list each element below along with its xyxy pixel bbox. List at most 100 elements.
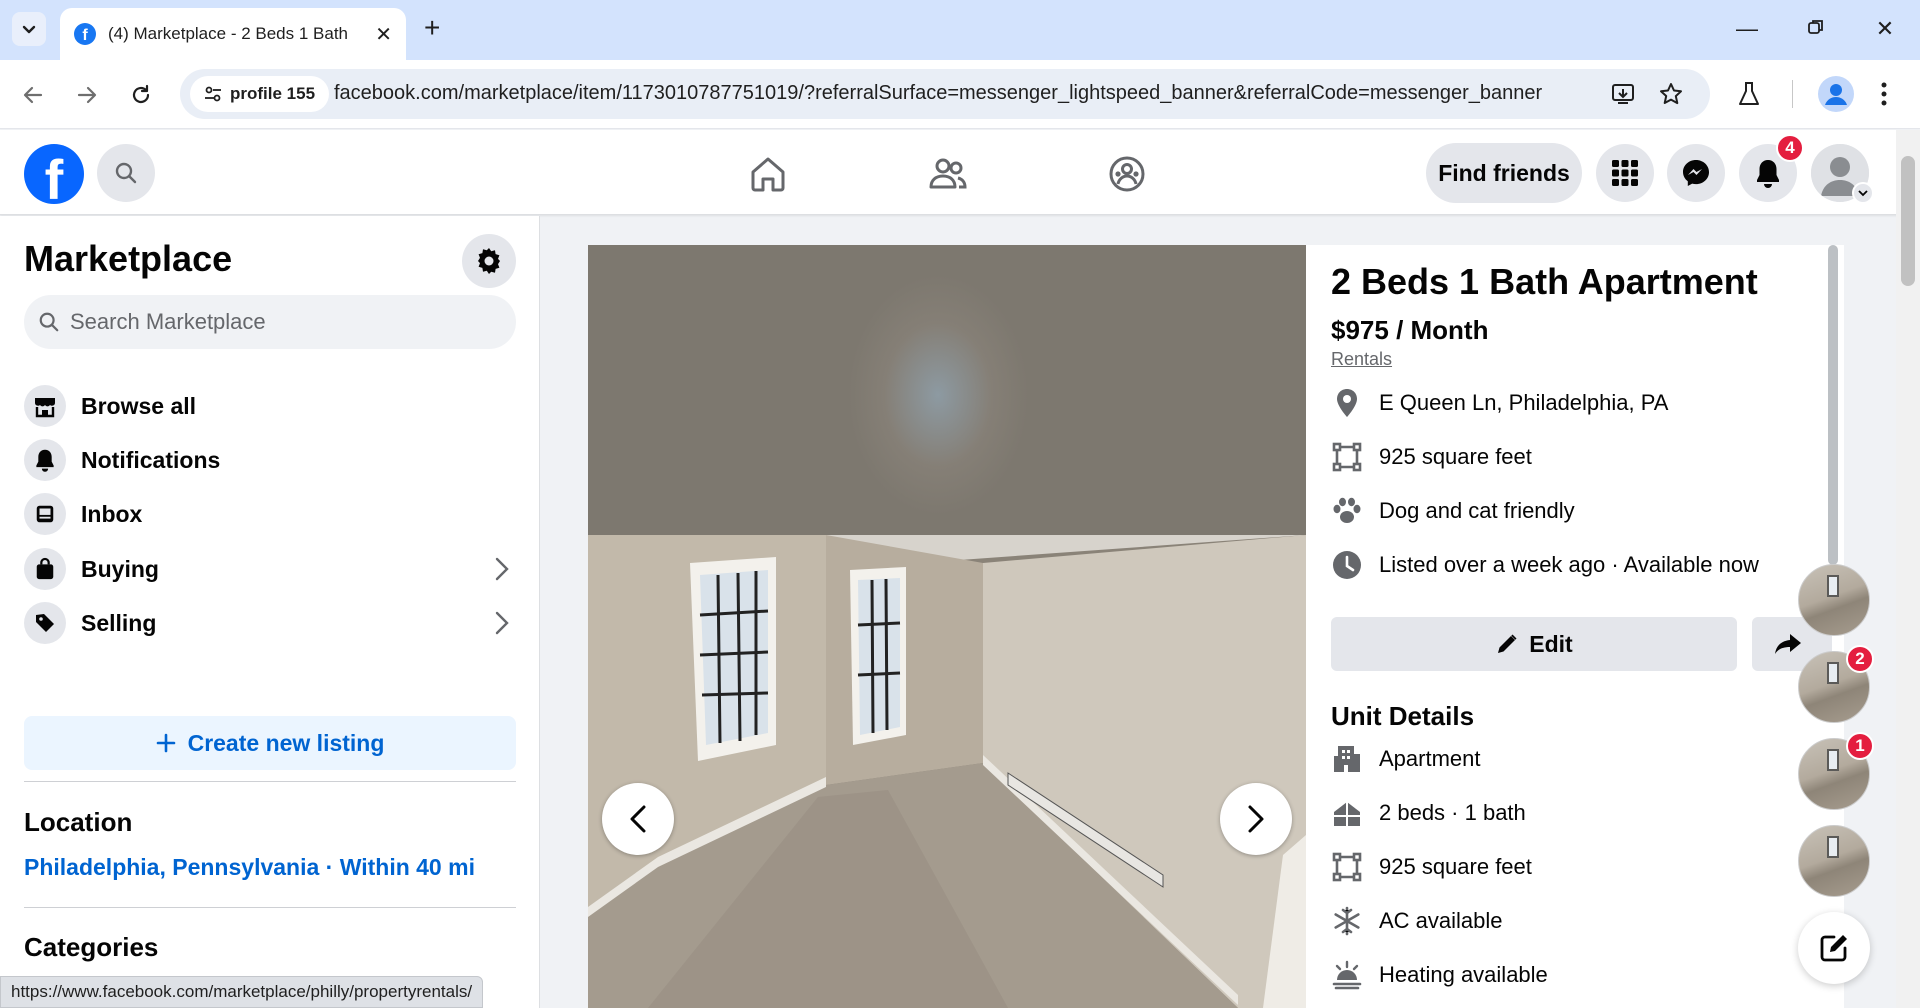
listing-fact-size: 925 square feet [1331, 437, 1532, 477]
chat-head-conversation[interactable] [1798, 825, 1870, 897]
price-tag-icon [24, 602, 66, 644]
chevron-right-icon [1248, 805, 1264, 833]
page-scrollbar-thumb[interactable] [1901, 156, 1915, 286]
chat-unread-badge: 2 [1846, 645, 1874, 673]
unit-detail-size: 925 square feet [1331, 847, 1532, 887]
chat-unread-badge: 1 [1846, 732, 1874, 760]
browser-tab-strip: f (4) Marketplace - 2 Beds 1 Bath ✕ + — … [0, 0, 1920, 60]
new-message-button[interactable] [1798, 912, 1870, 984]
link-hover-status-url: https://www.facebook.com/marketplace/phi… [0, 976, 484, 1008]
compose-message-icon [1820, 935, 1847, 962]
marketplace-search-input[interactable] [70, 309, 490, 335]
categories-heading: Categories [24, 932, 159, 962]
listing-photo [588, 535, 1306, 1008]
edit-listing-button[interactable]: Edit [1331, 617, 1737, 671]
bookmark-star-icon[interactable] [1658, 81, 1684, 112]
unit-detail-text: Apartment [1379, 746, 1481, 771]
facebook-favicon-icon: f [74, 23, 96, 45]
restore-window-icon[interactable] [1801, 16, 1831, 42]
bell-icon [24, 439, 66, 481]
sidebar-title: Marketplace [24, 238, 233, 279]
edit-button-label: Edit [1529, 630, 1573, 657]
gear-icon [478, 248, 500, 274]
pencil-icon [1498, 634, 1517, 653]
listing-details-panel: 2 Beds 1 Bath Apartment $975 / Month Ren… [1306, 245, 1844, 1008]
home-nav-icon[interactable] [744, 150, 792, 198]
new-tab-button[interactable]: + [424, 14, 440, 42]
location-heading: Location [24, 807, 133, 837]
find-friends-button[interactable]: Find friends [1426, 143, 1582, 203]
paw-icon [1331, 495, 1363, 527]
labs-flask-icon[interactable] [1736, 80, 1762, 113]
sidebar-divider [24, 781, 516, 782]
browser-menu-icon[interactable] [1880, 80, 1888, 113]
square-footage-icon [1331, 851, 1363, 883]
next-photo-button[interactable] [1220, 783, 1292, 855]
chevron-right-icon [495, 611, 509, 635]
tab-search-button[interactable] [12, 12, 46, 46]
sidebar-item-notifications[interactable]: Notifications [24, 433, 516, 487]
grid-menu-icon [1612, 160, 1638, 186]
listing-fact-listed: Listed over a week ago · Available now [1331, 545, 1759, 585]
bell-icon [1757, 160, 1779, 188]
listing-fact-text: 925 square feet [1379, 444, 1532, 469]
page-scrollbar[interactable] [1896, 130, 1920, 1008]
sidebar-item-selling[interactable]: Selling [24, 596, 516, 650]
unit-detail-text: AC available [1379, 908, 1503, 933]
address-bar[interactable]: profile 155 facebook.com/marketplace/ite… [180, 69, 1710, 119]
tab-close-icon[interactable]: ✕ [375, 22, 392, 47]
create-listing-label: Create new listing [187, 729, 385, 756]
install-app-icon[interactable] [1610, 81, 1636, 112]
messenger-button[interactable] [1667, 144, 1725, 202]
details-scrollbar[interactable] [1828, 245, 1838, 565]
unit-detail-text: 925 square feet [1379, 854, 1532, 879]
storefront-icon [24, 385, 66, 427]
tune-settings-icon [205, 86, 221, 102]
create-new-listing-button[interactable]: Create new listing [24, 716, 516, 770]
marketplace-search-field[interactable] [24, 295, 516, 349]
close-window-icon[interactable]: ✕ [1870, 16, 1900, 42]
sidebar-item-buying[interactable]: Buying [24, 542, 516, 596]
location-pin-icon [1331, 387, 1363, 419]
share-arrow-icon [1775, 634, 1801, 654]
profile-avatar-icon[interactable] [1818, 76, 1854, 117]
sidebar-item-label: Notifications [81, 446, 221, 473]
reload-icon[interactable] [124, 78, 158, 112]
tab-title: (4) Marketplace - 2 Beds 1 Bath [108, 24, 349, 43]
sidebar-divider [24, 907, 516, 908]
toolbar-divider [1792, 80, 1793, 108]
marketplace-settings-button[interactable] [462, 234, 516, 288]
location-filter-link[interactable]: Philadelphia, Pennsylvania · Within 40 m… [24, 854, 475, 881]
listing-fact-text: E Queen Ln, Philadelphia, PA [1379, 390, 1669, 415]
sidebar-item-inbox[interactable]: Inbox [24, 487, 516, 541]
listing-fact-text: Listed over a week ago · Available now [1379, 552, 1759, 577]
listing-category-link[interactable]: Rentals [1331, 349, 1392, 370]
unit-details-heading: Unit Details [1331, 701, 1475, 731]
previous-photo-button[interactable] [602, 783, 674, 855]
chat-head-conversation[interactable] [1798, 564, 1870, 636]
facebook-search-button[interactable] [97, 144, 155, 202]
rooms-icon [1331, 797, 1363, 829]
browser-tab-active[interactable]: f (4) Marketplace - 2 Beds 1 Bath ✕ [60, 8, 406, 60]
back-arrow-icon[interactable] [16, 78, 50, 112]
url-text[interactable]: facebook.com/marketplace/item/1173010787… [334, 82, 1634, 105]
friends-nav-icon[interactable] [924, 150, 972, 198]
sidebar-item-label: Selling [81, 609, 157, 636]
plus-icon [156, 733, 175, 753]
sidebar-item-browse-all[interactable]: Browse all [24, 379, 516, 433]
browser-toolbar: profile 155 facebook.com/marketplace/ite… [0, 60, 1920, 129]
forward-arrow-icon[interactable] [70, 78, 104, 112]
site-chip-label: profile 155 [230, 84, 316, 103]
unit-detail-rooms: 2 beds · 1 bath [1331, 793, 1526, 833]
menu-grid-button[interactable] [1596, 144, 1654, 202]
listing-photo-viewer[interactable] [588, 245, 1306, 1008]
inbox-icon [24, 493, 66, 535]
sidebar-item-label: Browse all [81, 392, 197, 419]
facebook-header: f Find friends 4 [0, 130, 1920, 215]
minimize-window-icon[interactable]: — [1732, 16, 1762, 42]
account-chevron-down-icon[interactable] [1852, 182, 1874, 204]
site-info-chip[interactable]: profile 155 [190, 76, 330, 112]
facebook-logo-icon[interactable]: f [24, 144, 84, 204]
groups-nav-icon[interactable] [1103, 150, 1151, 198]
unit-detail-text: Heating available [1379, 962, 1548, 987]
